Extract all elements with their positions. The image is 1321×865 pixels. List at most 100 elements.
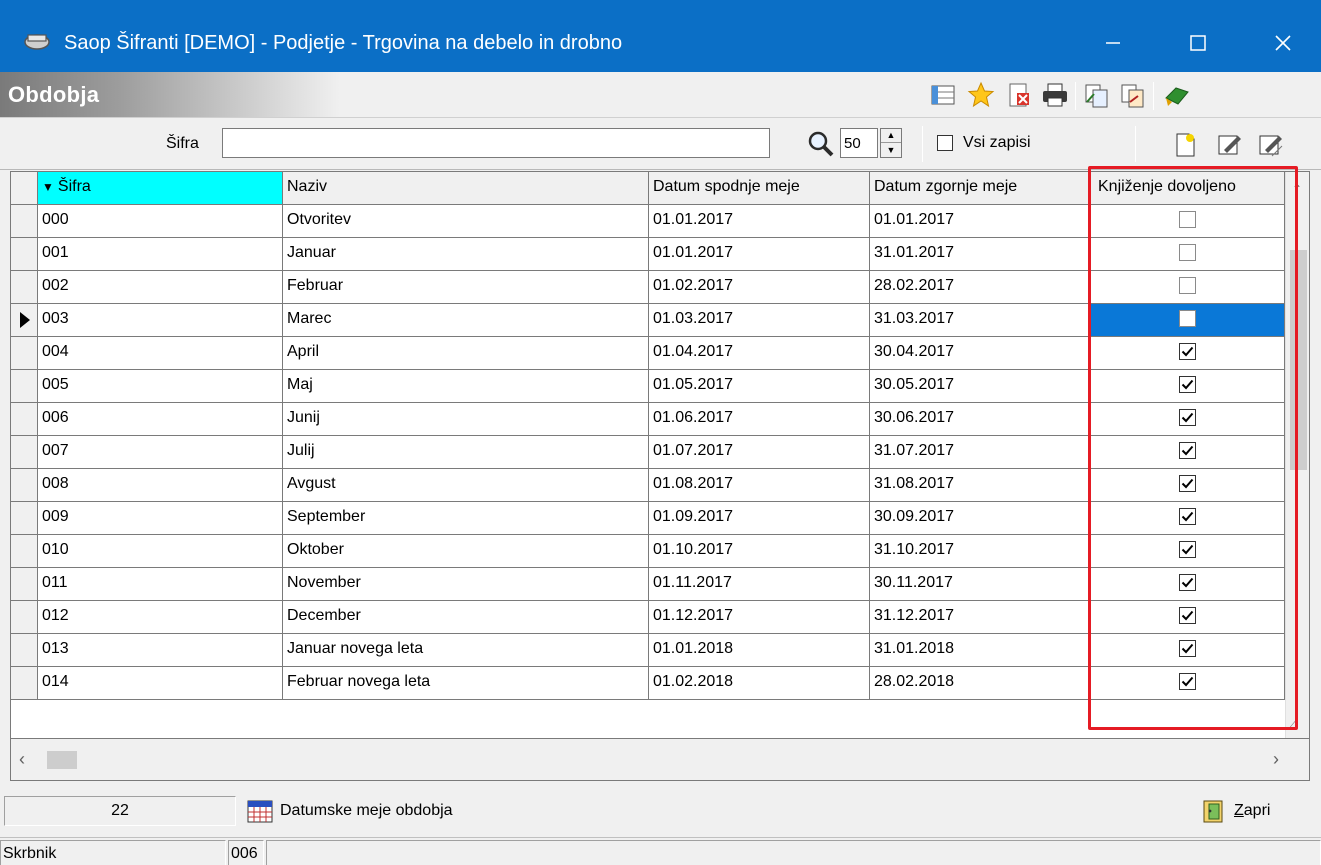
cell-sifra[interactable]: 003 — [38, 304, 283, 337]
table-row[interactable]: 012 December 01.12.2017 31.12.2017 — [11, 601, 1285, 634]
knjizenje-checkbox[interactable] — [1178, 673, 1196, 690]
column-header-naziv[interactable]: Naziv — [283, 172, 649, 205]
cell-datum-spodnje[interactable]: 01.10.2017 — [649, 535, 870, 568]
cell-datum-spodnje[interactable]: 01.08.2017 — [649, 469, 870, 502]
cell-datum-zgornje[interactable]: 30.09.2017 — [870, 502, 1090, 535]
cell-datum-zgornje[interactable]: 31.07.2017 — [870, 436, 1090, 469]
cell-datum-zgornje[interactable]: 31.03.2017 — [870, 304, 1090, 337]
cell-datum-spodnje[interactable]: 01.02.2018 — [649, 667, 870, 700]
row-indicator[interactable] — [11, 535, 38, 568]
row-indicator[interactable] — [11, 568, 38, 601]
cell-sifra[interactable]: 006 — [38, 403, 283, 436]
table-row[interactable]: 001 Januar 01.01.2017 31.01.2017 — [11, 238, 1285, 271]
cell-sifra[interactable]: 012 — [38, 601, 283, 634]
horizontal-scroll-thumb[interactable] — [47, 751, 77, 769]
cell-datum-spodnje[interactable]: 01.07.2017 — [649, 436, 870, 469]
cell-datum-spodnje[interactable]: 01.03.2017 — [649, 304, 870, 337]
cell-datum-zgornje[interactable]: 30.06.2017 — [870, 403, 1090, 436]
cell-sifra[interactable]: 005 — [38, 370, 283, 403]
table-row[interactable]: 010 Oktober 01.10.2017 31.10.2017 — [11, 535, 1285, 568]
grid-settings-icon[interactable] — [928, 80, 958, 110]
knjizenje-checkbox[interactable] — [1178, 541, 1196, 558]
knjizenje-checkbox[interactable] — [1178, 343, 1196, 360]
minimize-button[interactable] — [1070, 18, 1156, 68]
table-row[interactable]: 003 Marec 01.03.2017 31.03.2017 — [11, 304, 1285, 337]
table-row[interactable]: 014 Februar novega leta 01.02.2018 28.02.20… — [11, 667, 1285, 700]
close-button[interactable]: Zapri — [1200, 796, 1270, 826]
column-header-knjizenje[interactable]: Knjiženje dovoljeno — [1090, 172, 1285, 205]
record-limit-input[interactable] — [840, 128, 878, 158]
row-indicator[interactable] — [11, 436, 38, 469]
new-record-icon[interactable] — [1170, 130, 1200, 160]
cell-naziv[interactable]: Junij — [283, 403, 649, 436]
cell-datum-zgornje[interactable]: 31.10.2017 — [870, 535, 1090, 568]
knjizenje-checkbox[interactable] — [1178, 508, 1196, 525]
knjizenje-checkbox[interactable] — [1178, 409, 1196, 426]
cell-naziv[interactable]: April — [283, 337, 649, 370]
spinner-up-icon[interactable]: ▲ — [881, 129, 901, 143]
favorite-star-icon[interactable] — [966, 80, 996, 110]
cell-datum-zgornje[interactable]: 31.01.2017 — [870, 238, 1090, 271]
table-row[interactable]: 008 Avgust 01.08.2017 31.08.2017 — [11, 469, 1285, 502]
table-row[interactable]: 007 Julij 01.07.2017 31.07.2017 — [11, 436, 1285, 469]
row-indicator[interactable] — [11, 469, 38, 502]
cell-datum-spodnje[interactable]: 01.09.2017 — [649, 502, 870, 535]
close-window-button[interactable] — [1240, 18, 1321, 68]
horizontal-scrollbar[interactable]: ‹ › — [11, 738, 1309, 780]
cell-datum-spodnje[interactable]: 01.04.2017 — [649, 337, 870, 370]
table-row[interactable]: 013 Januar novega leta 01.01.2018 31.01.201… — [11, 634, 1285, 667]
sifra-input[interactable] — [222, 128, 770, 158]
cell-sifra[interactable]: 002 — [38, 271, 283, 304]
cell-datum-zgornje[interactable]: 28.02.2017 — [870, 271, 1090, 304]
all-records-label[interactable]: Vsi zapisi — [963, 134, 1031, 152]
cell-sifra[interactable]: 007 — [38, 436, 283, 469]
table-row[interactable]: 000 Otvoritev 01.01.2017 01.01.2017 — [11, 205, 1285, 238]
cell-datum-spodnje[interactable]: 01.01.2018 — [649, 634, 870, 667]
cell-datum-spodnje[interactable]: 01.12.2017 — [649, 601, 870, 634]
cell-datum-zgornje[interactable]: 31.08.2017 — [870, 469, 1090, 502]
table-row[interactable]: 005 Maj 01.05.2017 30.05.2017 — [11, 370, 1285, 403]
cell-sifra[interactable]: 008 — [38, 469, 283, 502]
cell-naziv[interactable]: September — [283, 502, 649, 535]
cell-sifra[interactable]: 014 — [38, 667, 283, 700]
exit-icon[interactable] — [1162, 80, 1192, 110]
search-icon[interactable] — [806, 130, 836, 158]
cell-sifra[interactable]: 009 — [38, 502, 283, 535]
knjizenje-checkbox[interactable] — [1178, 277, 1196, 294]
table-row[interactable]: 011 November 01.11.2017 30.11.2017 — [11, 568, 1285, 601]
cell-naziv[interactable]: Maj — [283, 370, 649, 403]
excel-export-icon[interactable] — [1004, 80, 1034, 110]
date-limits-button[interactable]: Datumske meje obdobja — [246, 796, 453, 826]
table-row[interactable]: 002 Februar 01.02.2017 28.02.2017 — [11, 271, 1285, 304]
cell-datum-zgornje[interactable]: 28.02.2018 — [870, 667, 1090, 700]
row-indicator[interactable] — [11, 634, 38, 667]
row-indicator[interactable] — [11, 238, 38, 271]
table-row[interactable]: 009 September 01.09.2017 30.09.2017 — [11, 502, 1285, 535]
knjizenje-checkbox[interactable] — [1178, 376, 1196, 393]
knjizenje-checkbox[interactable] — [1178, 442, 1196, 459]
cell-datum-spodnje[interactable]: 01.11.2017 — [649, 568, 870, 601]
column-header-datum-spodnje[interactable]: Datum spodnje meje — [649, 172, 870, 205]
cell-datum-zgornje[interactable]: 30.05.2017 — [870, 370, 1090, 403]
row-indicator[interactable] — [11, 271, 38, 304]
record-limit-spinner[interactable]: ▲ ▼ — [880, 128, 902, 158]
cell-sifra[interactable]: 000 — [38, 205, 283, 238]
scroll-up-icon[interactable]: ⌃ — [1292, 182, 1302, 196]
cell-datum-spodnje[interactable]: 01.01.2017 — [649, 238, 870, 271]
row-indicator[interactable] — [11, 205, 38, 238]
cell-sifra[interactable]: 013 — [38, 634, 283, 667]
cell-sifra[interactable]: 001 — [38, 238, 283, 271]
table-row[interactable]: 004 April 01.04.2017 30.04.2017 — [11, 337, 1285, 370]
row-indicator[interactable] — [11, 337, 38, 370]
cell-datum-zgornje[interactable]: 30.11.2017 — [870, 568, 1090, 601]
cell-naziv[interactable]: Julij — [283, 436, 649, 469]
knjizenje-checkbox[interactable] — [1178, 310, 1196, 327]
table-row[interactable]: 006 Junij 01.06.2017 30.06.2017 — [11, 403, 1285, 436]
cell-naziv[interactable]: Avgust — [283, 469, 649, 502]
knjizenje-checkbox[interactable] — [1178, 244, 1196, 261]
cell-datum-zgornje[interactable]: 31.01.2018 — [870, 634, 1090, 667]
cell-sifra[interactable]: 011 — [38, 568, 283, 601]
row-indicator[interactable] — [11, 370, 38, 403]
vertical-scroll-thumb[interactable] — [1290, 250, 1307, 470]
edit-record-icon[interactable] — [1214, 130, 1244, 160]
